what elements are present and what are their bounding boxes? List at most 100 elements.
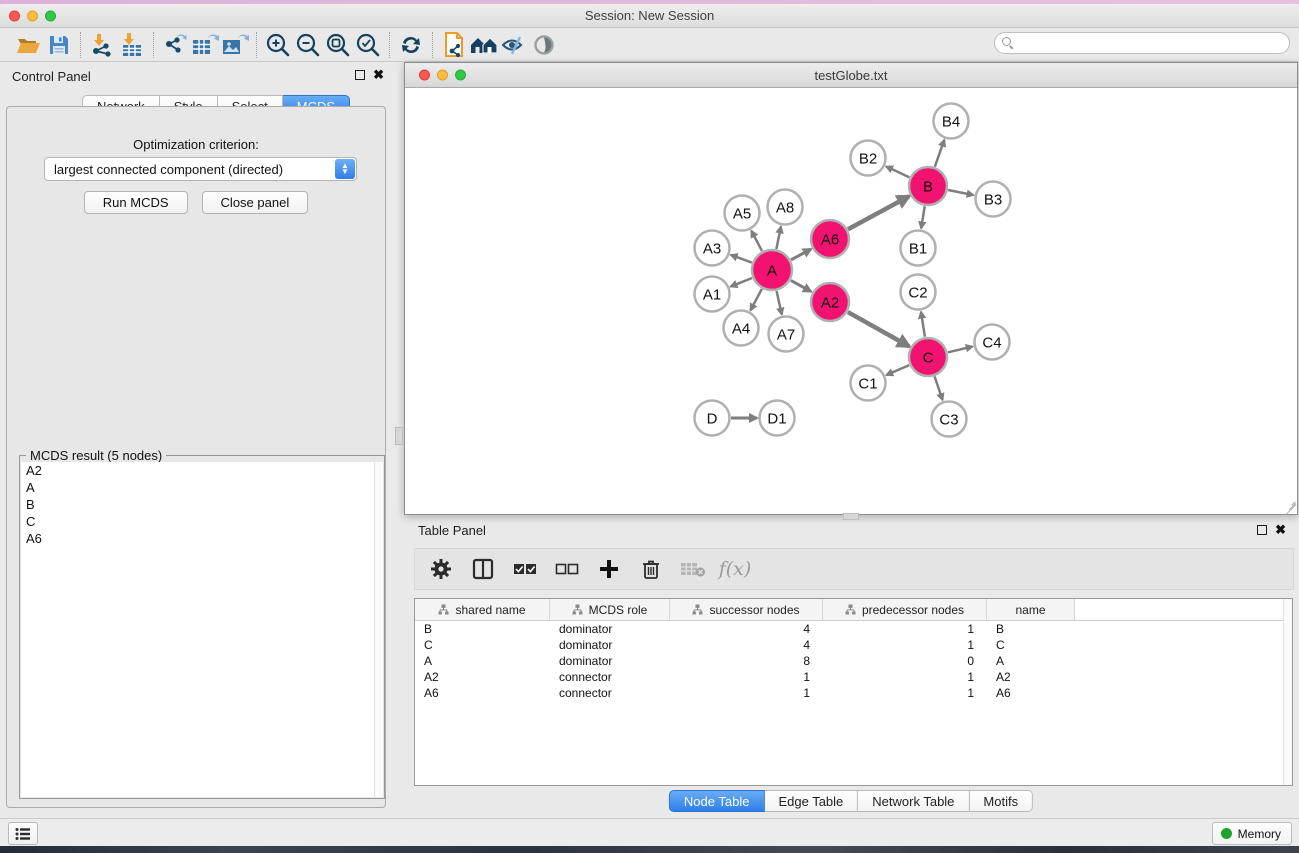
titlebar[interactable]: Session: New Session (0, 4, 1299, 28)
horizontal-splitter-handle[interactable] (843, 513, 859, 520)
show-columns-button[interactable] (467, 553, 499, 585)
tab-edge-table[interactable]: Edge Table (764, 790, 858, 812)
edge-A-A2[interactable] (791, 280, 811, 291)
cell-shared-name[interactable]: A (415, 653, 550, 669)
edge-C-C2[interactable] (921, 312, 925, 337)
node-B4[interactable]: B4 (934, 104, 969, 139)
cell-MCDS-role[interactable]: dominator (550, 621, 670, 637)
cell-successor-nodes[interactable]: 4 (670, 621, 823, 637)
mcds-result-list[interactable]: A2ABCA6 (21, 462, 383, 797)
edge-B-B1[interactable] (921, 206, 925, 228)
criterion-dropdown[interactable]: largest connected component (directed) ▲… (44, 157, 357, 181)
new-network-from-selection-button[interactable] (439, 31, 469, 59)
table-row[interactable]: Adominator80A (415, 653, 1292, 669)
cell-MCDS-role[interactable]: connector (550, 685, 670, 701)
edge-C-C4[interactable] (948, 347, 973, 353)
cell-successor-nodes[interactable]: 1 (670, 685, 823, 701)
float-panel-icon[interactable] (355, 70, 365, 80)
edge-C-C3[interactable] (935, 376, 943, 400)
cell-shared-name[interactable]: B (415, 621, 550, 637)
table-row[interactable]: Cdominator41C (415, 637, 1292, 653)
node-C2[interactable]: C2 (901, 275, 936, 310)
cell-shared-name[interactable]: A2 (415, 669, 550, 685)
node-A8[interactable]: A8 (768, 190, 803, 225)
node-A1[interactable]: A1 (695, 277, 730, 312)
save-session-button[interactable] (44, 31, 74, 59)
delete-table-button[interactable] (677, 553, 709, 585)
birds-eye-view-button[interactable] (469, 31, 499, 59)
open-session-button[interactable] (14, 31, 44, 59)
node-A3[interactable]: A3 (695, 231, 730, 266)
node-C3[interactable]: C3 (932, 402, 967, 437)
column-header-predecessor-nodes[interactable]: predecessor nodes (823, 599, 987, 620)
result-item[interactable]: B (21, 496, 383, 513)
node-A6[interactable]: A6 (811, 220, 849, 258)
task-history-button[interactable] (8, 822, 38, 845)
edge-B-B4[interactable] (935, 140, 944, 167)
node-D1[interactable]: D1 (760, 401, 795, 436)
tab-motifs[interactable]: Motifs (969, 790, 1033, 812)
node-C1[interactable]: C1 (851, 366, 886, 401)
result-item[interactable]: A (21, 479, 383, 496)
node-B2[interactable]: B2 (851, 141, 886, 176)
column-header-shared-name[interactable]: shared name (415, 599, 550, 620)
network-window-titlebar[interactable]: testGlobe.txt (405, 63, 1297, 88)
delete-column-button[interactable] (635, 553, 667, 585)
tab-node-table[interactable]: Node Table (669, 790, 765, 812)
edge-C-C1[interactable] (886, 365, 909, 375)
edge-A-A1[interactable] (731, 278, 752, 287)
table-row[interactable]: Bdominator41B (415, 621, 1292, 637)
float-table-panel-icon[interactable] (1257, 525, 1267, 535)
cell-predecessor-nodes[interactable]: 1 (823, 637, 987, 653)
export-network-button[interactable] (160, 31, 190, 59)
result-scrollbar[interactable] (374, 462, 383, 797)
edge-A-A6[interactable] (791, 249, 811, 260)
zoom-out-button[interactable] (293, 31, 323, 59)
add-column-button[interactable] (593, 553, 625, 585)
cell-name[interactable]: B (987, 621, 1075, 637)
tab-network-table[interactable]: Network Table (858, 790, 969, 812)
cell-MCDS-role[interactable]: connector (550, 669, 670, 685)
import-network-button[interactable] (87, 31, 117, 59)
unselect-all-columns-button[interactable] (551, 553, 583, 585)
cell-successor-nodes[interactable]: 1 (670, 669, 823, 685)
search-field[interactable] (994, 32, 1290, 54)
cell-name[interactable]: A (987, 653, 1075, 669)
cell-successor-nodes[interactable]: 8 (670, 653, 823, 669)
network-canvas[interactable]: B4B2BB3A5A8A6B1A3AA1C2A2A4A7C4CC1C3DD1 (406, 89, 1296, 513)
column-header-name[interactable]: name (987, 599, 1075, 620)
node-B1[interactable]: B1 (901, 231, 936, 266)
window-resize-grip[interactable] (1282, 499, 1296, 513)
node-A2[interactable]: A2 (811, 283, 849, 321)
node-B3[interactable]: B3 (976, 182, 1011, 217)
node-C[interactable]: C (909, 338, 947, 376)
run-mcds-button[interactable]: Run MCDS (84, 191, 188, 214)
node-D[interactable]: D (695, 401, 730, 436)
cell-predecessor-nodes[interactable]: 1 (823, 621, 987, 637)
export-image-button[interactable] (220, 31, 250, 59)
cell-predecessor-nodes[interactable]: 1 (823, 669, 987, 685)
edge-A-A5[interactable] (751, 231, 762, 251)
close-panel-button[interactable]: Close panel (202, 191, 309, 214)
node-A4[interactable]: A4 (724, 311, 759, 346)
cell-predecessor-nodes[interactable]: 0 (823, 653, 987, 669)
edge-A-A3[interactable] (731, 255, 752, 263)
search-input[interactable] (1018, 36, 1289, 50)
table-row[interactable]: A2connector11A2 (415, 669, 1292, 685)
cell-name[interactable]: A2 (987, 669, 1075, 685)
cell-shared-name[interactable]: C (415, 637, 550, 653)
close-panel-icon[interactable]: ✖ (373, 70, 384, 80)
memory-button[interactable]: Memory (1212, 822, 1292, 845)
cell-name[interactable]: A6 (987, 685, 1075, 701)
refresh-network-button[interactable] (396, 31, 426, 59)
cell-shared-name[interactable]: A6 (415, 685, 550, 701)
edge-B-B2[interactable] (886, 166, 909, 177)
vertical-splitter-handle[interactable] (395, 427, 403, 445)
zoom-fit-button[interactable] (323, 31, 353, 59)
node-B[interactable]: B (909, 167, 947, 205)
export-table-button[interactable] (190, 31, 220, 59)
edge-A6-B[interactable] (848, 196, 909, 229)
table-scrollbar[interactable] (1283, 599, 1292, 785)
result-item[interactable]: C (21, 513, 383, 530)
node-A[interactable]: A (752, 250, 792, 290)
